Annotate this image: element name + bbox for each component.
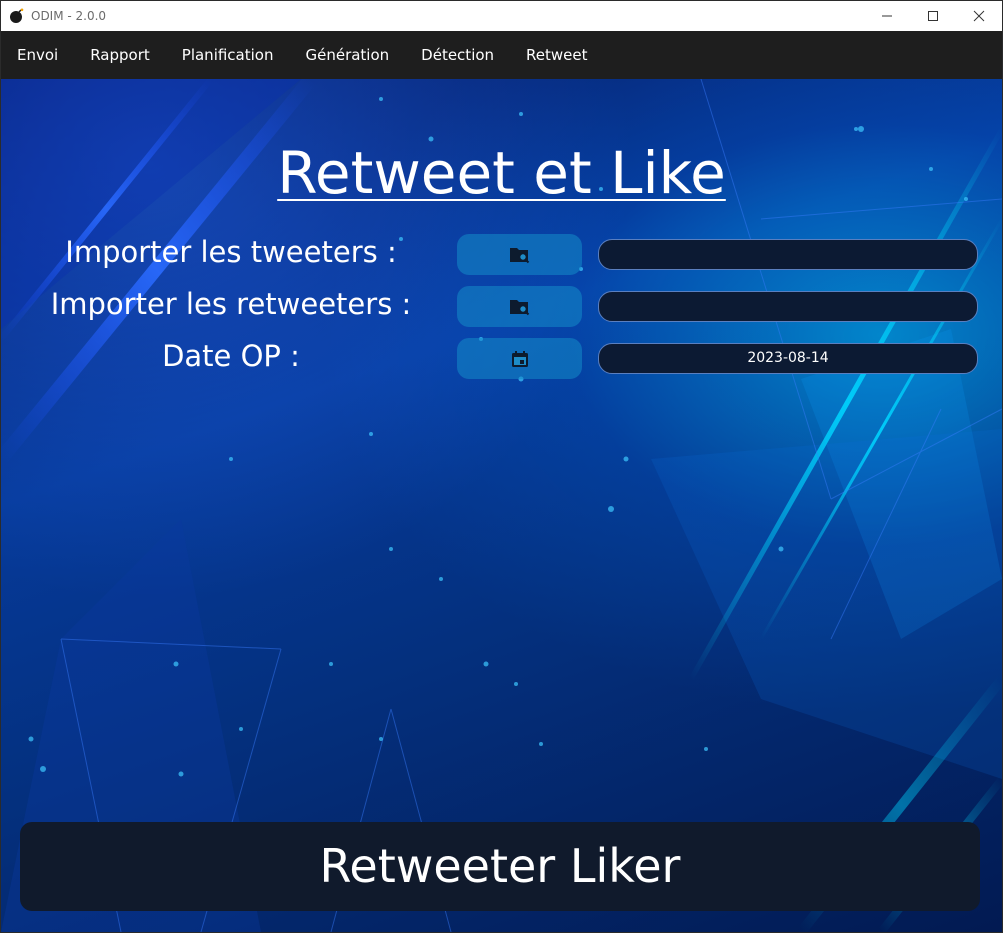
close-button[interactable] <box>956 1 1002 31</box>
menu-item-generation[interactable]: Génération <box>289 31 405 79</box>
maximize-button[interactable] <box>910 1 956 31</box>
app-window: ODIM - 2.0.0 Envoi Rapport Planification… <box>0 0 1003 933</box>
folder-search-icon <box>509 299 529 315</box>
date-field[interactable]: 2023-08-14 <box>598 343 978 374</box>
menu-item-envoi[interactable]: Envoi <box>1 31 74 79</box>
import-retweeters-button[interactable] <box>457 286 582 327</box>
retweeter-liker-button[interactable]: Retweeter Liker <box>20 822 980 911</box>
close-icon <box>973 10 985 22</box>
retweeters-path-field[interactable] <box>598 291 978 322</box>
minimize-button[interactable] <box>864 1 910 31</box>
date-picker-button[interactable] <box>457 338 582 379</box>
bomb-icon <box>10 8 24 23</box>
menu-bar: Envoi Rapport Planification Génération D… <box>1 31 1002 79</box>
minimize-icon <box>882 15 892 17</box>
window-controls <box>864 1 1002 31</box>
menu-item-detection[interactable]: Détection <box>405 31 510 79</box>
title-bar[interactable]: ODIM - 2.0.0 <box>1 1 1002 31</box>
import-tweeters-button[interactable] <box>457 234 582 275</box>
date-label: Date OP : <box>162 339 300 373</box>
menu-item-retweet[interactable]: Retweet <box>510 31 603 79</box>
page-title: Retweet et Like <box>277 139 726 207</box>
menu-item-planification[interactable]: Planification <box>166 31 290 79</box>
calendar-icon <box>511 350 528 367</box>
maximize-icon <box>928 11 938 21</box>
tweeters-path-field[interactable] <box>598 239 978 270</box>
tweeters-label: Importer les tweeters : <box>65 235 397 269</box>
folder-search-icon <box>509 247 529 263</box>
retweeters-label: Importer les retweeters : <box>50 287 412 321</box>
window-title: ODIM - 2.0.0 <box>31 9 107 23</box>
main-content: Retweet et Like Importer les tweeters : … <box>1 79 1002 932</box>
menu-item-rapport[interactable]: Rapport <box>74 31 166 79</box>
